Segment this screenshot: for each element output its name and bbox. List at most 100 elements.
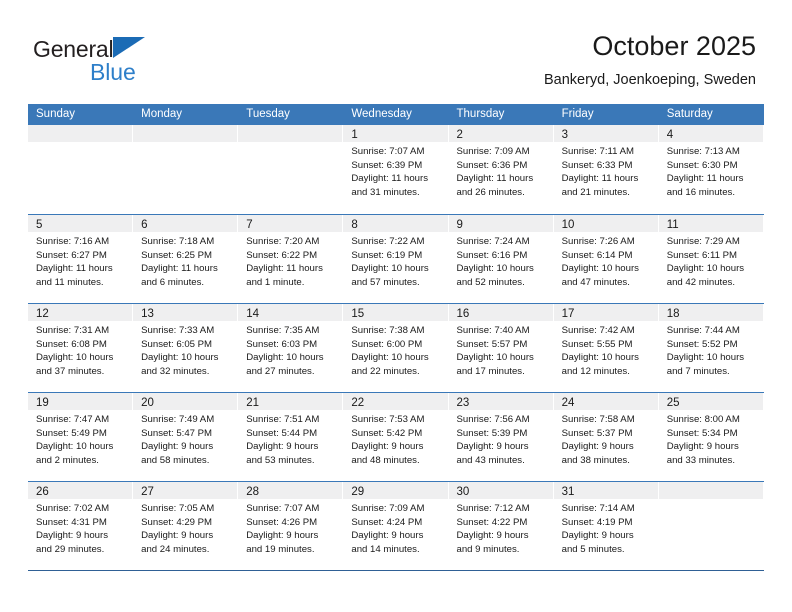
- day-detail-line: and 16 minutes.: [666, 186, 736, 198]
- day-cell-28[interactable]: 28 Sunrise: 7:07 AM Sunset: 4:26 PM Dayligh…: [238, 482, 344, 570]
- day-detail-line: Daylight: 11 hours: [141, 263, 218, 275]
- day-number-strip: 13: [133, 304, 238, 321]
- day-number-strip: 25: [658, 393, 763, 410]
- day-number: 14: [246, 308, 260, 320]
- calendar-week-row: 26 Sunrise: 7:02 AM Sunset: 4:31 PM Dayligh…: [28, 481, 764, 570]
- weekday-header-sunday: Sunday: [36, 108, 76, 120]
- day-cell-12[interactable]: 12 Sunrise: 7:31 AM Sunset: 6:08 PM Dayligh…: [28, 304, 134, 392]
- day-cell-20[interactable]: 20 Sunrise: 7:49 AM Sunset: 5:47 PM Dayligh…: [133, 393, 239, 481]
- day-detail-line: and 37 minutes.: [36, 365, 105, 377]
- day-detail-line: Sunrise: 7:05 AM: [141, 503, 215, 514]
- page-subtitle: Bankeryd, Joenkoeping, Sweden: [543, 72, 756, 88]
- day-number-strip: 26: [28, 482, 133, 499]
- day-cell-16[interactable]: 16 Sunrise: 7:40 AM Sunset: 5:57 PM Dayligh…: [448, 304, 554, 392]
- day-detail-line: Sunset: 5:44 PM: [246, 427, 318, 439]
- day-detail-line: Sunset: 6:11 PM: [666, 249, 737, 261]
- day-number-strip: 9: [448, 215, 553, 232]
- day-cell-5[interactable]: 5 Sunrise: 7:16 AM Sunset: 6:27 PM Daylight…: [28, 215, 134, 303]
- day-cell-29[interactable]: 29 Sunrise: 7:09 AM Sunset: 4:24 PM Dayligh…: [343, 482, 449, 570]
- day-cell-15[interactable]: 15 Sunrise: 7:38 AM Sunset: 6:00 PM Dayligh…: [343, 304, 449, 392]
- day-cell-17[interactable]: 17 Sunrise: 7:42 AM Sunset: 5:55 PM Dayligh…: [553, 304, 659, 392]
- day-detail-line: Sunset: 4:31 PM: [36, 516, 107, 528]
- day-cell-9[interactable]: 9 Sunrise: 7:24 AM Sunset: 6:16 PM Daylight…: [448, 215, 554, 303]
- day-detail-line: Sunset: 5:42 PM: [351, 427, 423, 439]
- day-detail-line: and 24 minutes.: [141, 543, 210, 555]
- day-number: 24: [561, 397, 575, 409]
- day-detail-line: Sunset: 6:30 PM: [666, 159, 738, 171]
- day-detail-line: Sunset: 5:34 PM: [666, 427, 738, 439]
- day-number: 27: [141, 486, 154, 498]
- day-number: 4: [666, 129, 674, 141]
- day-cell-6[interactable]: 6 Sunrise: 7:18 AM Sunset: 6:25 PM Daylight…: [133, 215, 239, 303]
- day-detail-line: Sunset: 4:29 PM: [141, 516, 213, 528]
- day-cell-25[interactable]: 25 Sunrise: 8:00 AM Sunset: 5:34 PM Dayligh…: [658, 393, 764, 481]
- day-detail-line: Sunrise: 7:11 AM: [561, 146, 634, 157]
- day-number-strip: 29: [343, 482, 448, 499]
- day-cell-23[interactable]: 23 Sunrise: 7:56 AM Sunset: 5:39 PM Dayligh…: [448, 393, 554, 481]
- day-detail-line: Daylight: 11 hours: [666, 173, 744, 185]
- day-cell-10[interactable]: 10 Sunrise: 7:26 AM Sunset: 6:14 PM Dayligh…: [553, 215, 659, 303]
- day-detail-line: Sunrise: 7:33 AM: [141, 325, 215, 336]
- day-detail-line: Daylight: 10 hours: [351, 263, 429, 275]
- day-cell-4[interactable]: 4 Sunrise: 7:13 AM Sunset: 6:30 PM Daylight…: [658, 125, 764, 213]
- day-cell-24[interactable]: 24 Sunrise: 7:58 AM Sunset: 5:37 PM Dayligh…: [553, 393, 659, 481]
- day-details: Sunrise: 7:47 AM Sunset: 5:49 PM Daylight:…: [28, 410, 132, 467]
- day-detail-line: Sunset: 6:33 PM: [561, 159, 633, 171]
- day-detail-line: Daylight: 10 hours: [246, 352, 324, 364]
- day-cell-31[interactable]: 31 Sunrise: 7:14 AM Sunset: 4:19 PM Dayligh…: [553, 482, 659, 570]
- day-number-strip: 7: [238, 215, 343, 232]
- page-header: General Blue October 2025 Bankeryd, Joen…: [0, 0, 792, 103]
- day-details: Sunrise: 7:05 AM Sunset: 4:29 PM Daylight:…: [133, 499, 237, 556]
- day-detail-line: Daylight: 11 hours: [351, 173, 428, 185]
- day-cell-11[interactable]: 11 Sunrise: 7:29 AM Sunset: 6:11 PM Dayligh…: [658, 215, 764, 303]
- day-cell-13[interactable]: 13 Sunrise: 7:33 AM Sunset: 6:05 PM Dayligh…: [133, 304, 239, 392]
- day-number: 11: [666, 219, 679, 231]
- day-detail-line: and 48 minutes.: [351, 454, 420, 466]
- day-detail-line: Daylight: 10 hours: [561, 352, 639, 364]
- day-details: Sunrise: 7:26 AM Sunset: 6:14 PM Daylight:…: [554, 232, 658, 289]
- day-number: 12: [36, 308, 49, 320]
- day-number-strip: 6: [133, 215, 238, 232]
- day-details: [238, 142, 342, 145]
- day-cell-19[interactable]: 19 Sunrise: 7:47 AM Sunset: 5:49 PM Dayligh…: [28, 393, 134, 481]
- day-cell-27[interactable]: 27 Sunrise: 7:05 AM Sunset: 4:29 PM Dayligh…: [133, 482, 239, 570]
- day-cell-21[interactable]: 21 Sunrise: 7:51 AM Sunset: 5:44 PM Dayligh…: [238, 393, 344, 481]
- day-number: 15: [351, 308, 365, 320]
- day-detail-line: Sunset: 5:37 PM: [561, 427, 633, 439]
- day-detail-line: Daylight: 11 hours: [36, 263, 113, 275]
- calendar-weeks: 1 Sunrise: 7:07 AM Sunset: 6:39 PM Daylight…: [28, 125, 764, 570]
- day-cell-2[interactable]: 2 Sunrise: 7:09 AM Sunset: 6:36 PM Daylight…: [448, 125, 554, 213]
- day-detail-line: Daylight: 11 hours: [456, 173, 534, 185]
- day-details: Sunrise: 7:16 AM Sunset: 6:27 PM Daylight:…: [28, 232, 132, 289]
- day-detail-line: and 17 minutes.: [456, 365, 525, 377]
- general-blue-logo: General Blue: [33, 36, 243, 88]
- day-details: Sunrise: 7:07 AM Sunset: 6:39 PM Daylight:…: [343, 142, 447, 199]
- day-cell-30[interactable]: 30 Sunrise: 7:12 AM Sunset: 4:22 PM Dayligh…: [448, 482, 554, 570]
- page-title: October 2025: [592, 31, 756, 61]
- day-cell-18[interactable]: 18 Sunrise: 7:44 AM Sunset: 5:52 PM Dayligh…: [658, 304, 764, 392]
- day-details: Sunrise: 7:31 AM Sunset: 6:08 PM Daylight:…: [28, 321, 132, 378]
- day-cell-7[interactable]: 7 Sunrise: 7:20 AM Sunset: 6:22 PM Daylight…: [238, 215, 344, 303]
- day-number: 25: [666, 397, 680, 409]
- day-cell-14[interactable]: 14 Sunrise: 7:35 AM Sunset: 6:03 PM Dayligh…: [238, 304, 344, 392]
- day-cell-3[interactable]: 3 Sunrise: 7:11 AM Sunset: 6:33 PM Daylight…: [553, 125, 659, 213]
- day-detail-line: and 38 minutes.: [561, 454, 630, 466]
- day-detail-line: and 42 minutes.: [666, 276, 736, 288]
- day-cell-22[interactable]: 22 Sunrise: 7:53 AM Sunset: 5:42 PM Dayligh…: [343, 393, 449, 481]
- day-detail-line: Sunset: 6:27 PM: [36, 249, 107, 261]
- day-details: [659, 499, 763, 502]
- day-number: 30: [456, 486, 470, 498]
- day-detail-line: Daylight: 9 hours: [351, 441, 424, 453]
- day-details: Sunrise: 7:14 AM Sunset: 4:19 PM Daylight:…: [554, 499, 658, 556]
- day-detail-line: and 14 minutes.: [351, 543, 420, 555]
- day-detail-line: Sunrise: 7:42 AM: [561, 325, 635, 336]
- day-detail-line: Daylight: 9 hours: [666, 441, 739, 453]
- day-detail-line: Sunrise: 7:38 AM: [351, 325, 425, 336]
- day-detail-line: and 43 minutes.: [456, 454, 525, 466]
- day-cell-8[interactable]: 8 Sunrise: 7:22 AM Sunset: 6:19 PM Daylight…: [343, 215, 449, 303]
- day-number-strip: 17: [553, 304, 658, 321]
- day-number: 20: [141, 397, 154, 409]
- day-cell-1[interactable]: 1 Sunrise: 7:07 AM Sunset: 6:39 PM Daylight…: [343, 125, 449, 213]
- day-detail-line: Sunrise: 7:56 AM: [456, 414, 530, 425]
- day-cell-26[interactable]: 26 Sunrise: 7:02 AM Sunset: 4:31 PM Dayligh…: [28, 482, 134, 570]
